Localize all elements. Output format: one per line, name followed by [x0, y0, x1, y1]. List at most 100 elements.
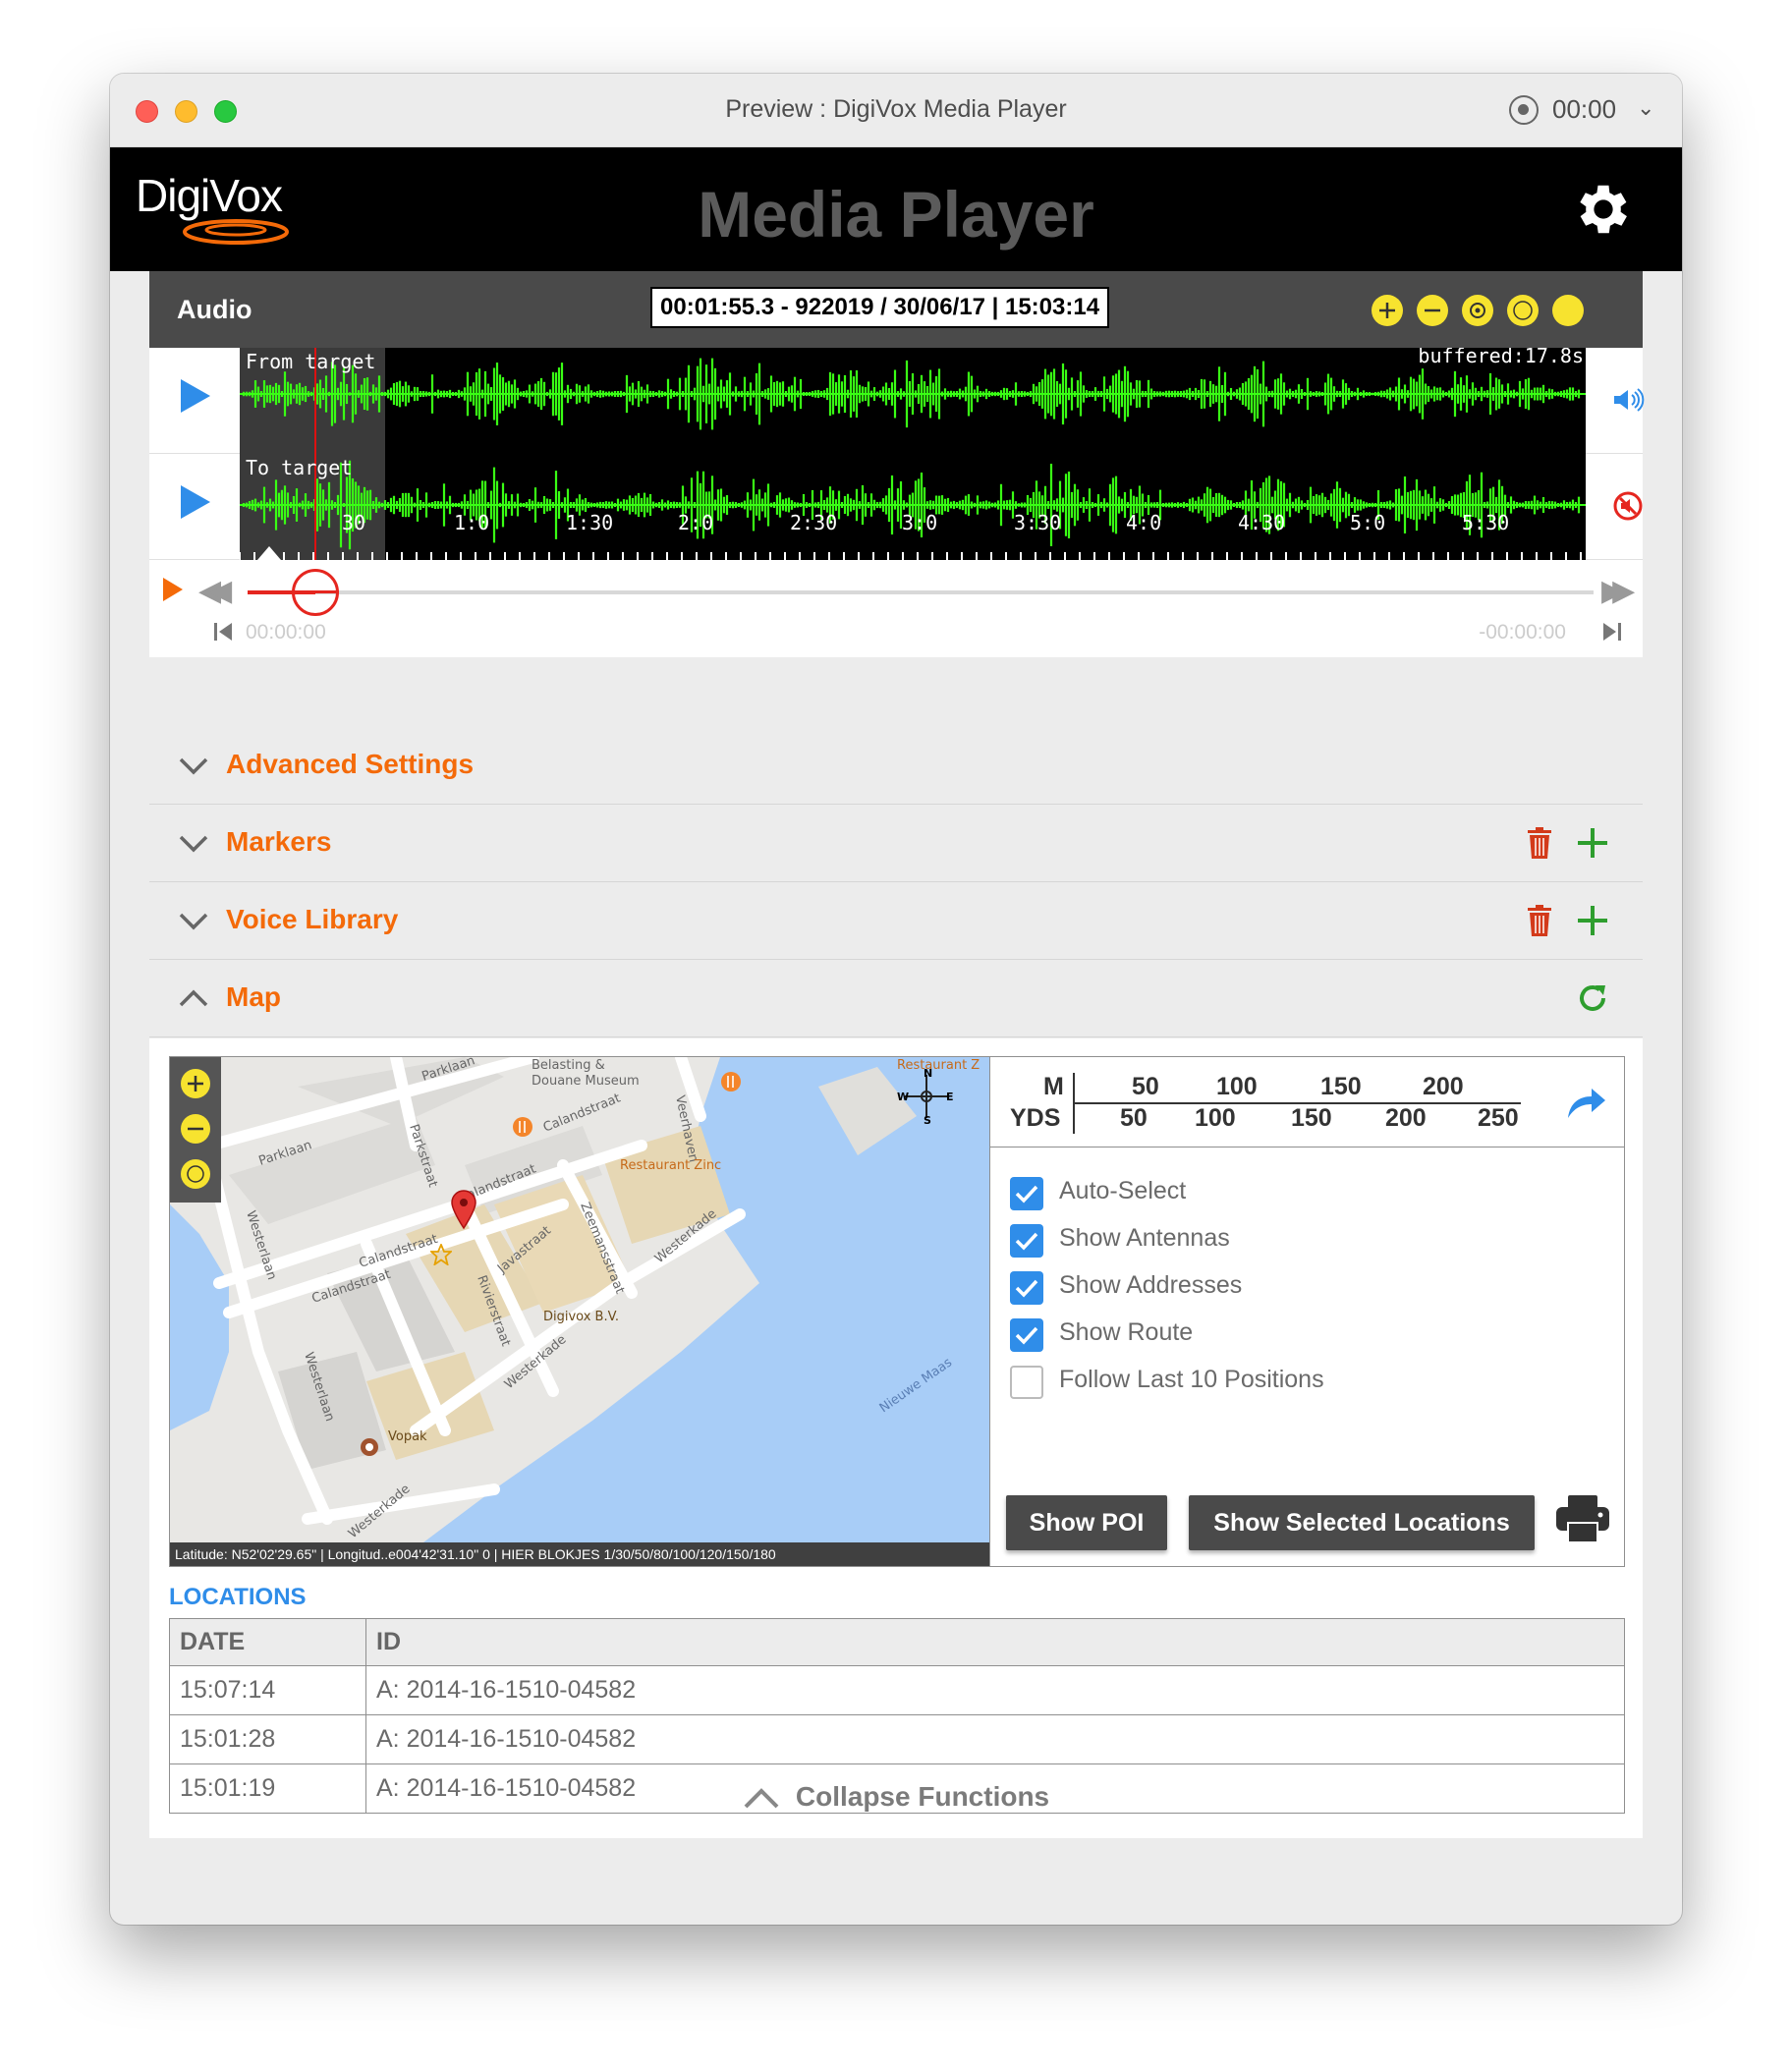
add-icon[interactable] — [1576, 904, 1609, 937]
playback-scrubber: ◀◀ ▶▶ 00:00:00 -00:00:00 — [149, 560, 1643, 657]
map-zoom-out-button[interactable] — [181, 1114, 210, 1144]
collapse-functions-button[interactable]: Collapse Functions — [110, 1781, 1682, 1813]
chevron-down-icon[interactable]: ⌄ — [1637, 95, 1654, 121]
checkbox-checked[interactable] — [1010, 1177, 1043, 1210]
waveform-to-target[interactable]: To target 30 1:0 1:30 2:0 2:30 3:0 3:30 4:0 4:30… — [240, 454, 1586, 560]
track-label: To target — [246, 456, 353, 479]
svg-text:W: W — [897, 1091, 909, 1103]
scale-yds-value: 250 — [1478, 1104, 1519, 1132]
progress-slider[interactable] — [248, 590, 1594, 594]
map-street-label: Westerlaan — [301, 1351, 337, 1424]
scale-yds-label: YDS — [1010, 1104, 1061, 1132]
map-place-label: Restaurant Zinc — [620, 1158, 721, 1173]
print-icon[interactable] — [1554, 1493, 1611, 1544]
chevron-down-icon[interactable] — [177, 826, 210, 860]
zoom-in-button[interactable] — [1372, 295, 1403, 326]
track-from-target: From target buffered:17.8s — [149, 348, 1645, 454]
map-street-label: Westerkade — [346, 1482, 413, 1541]
waveform-from-target[interactable]: From target buffered:17.8s — [240, 348, 1586, 454]
map-street-label: Westerlaan — [243, 1209, 279, 1282]
map-place-label: Douane Museum — [532, 1074, 640, 1089]
map-street-label: Parklaan — [257, 1138, 314, 1169]
volume-icon[interactable] — [1611, 383, 1645, 417]
map-street-label: Veerhaven — [672, 1094, 700, 1164]
trash-icon[interactable] — [1527, 904, 1552, 937]
zoom-out-button[interactable] — [1417, 295, 1448, 326]
window-titlebar: Preview : DigiVox Media Player 00:00 ⌄ — [110, 74, 1682, 147]
map-street-label: Westerkade — [652, 1206, 719, 1266]
checkbox-checked[interactable] — [1010, 1318, 1043, 1352]
chevron-down-icon[interactable] — [177, 749, 210, 782]
fast-forward-icon[interactable]: ▶▶ — [1601, 574, 1635, 608]
yellow-dot-button[interactable] — [1552, 295, 1584, 326]
chevron-down-icon[interactable] — [177, 904, 210, 937]
skip-end-icon[interactable] — [1601, 621, 1623, 643]
window-title: Preview : DigiVox Media Player — [725, 95, 1067, 123]
record-time: 00:00 — [1552, 94, 1617, 124]
map-place-label: Vopak — [388, 1429, 427, 1444]
map-zoom-controls — [170, 1057, 221, 1203]
cell-id: A: 2014-16-1510-04582 — [365, 1714, 1625, 1764]
time-tick-label: 2:0 — [678, 511, 714, 534]
map-view[interactable]: Parklaan Parklaan Parkstraat Calandstraat Ca… — [170, 1057, 989, 1566]
time-start: 00:00:00 — [246, 621, 326, 644]
add-icon[interactable] — [1576, 826, 1609, 860]
location-pin-icon[interactable] — [449, 1189, 478, 1230]
option-label: Show Addresses — [1059, 1271, 1243, 1299]
scale-m-value: 200 — [1423, 1073, 1464, 1100]
section-map[interactable]: Map — [149, 960, 1643, 1037]
show-poi-button[interactable]: Show POI — [1006, 1495, 1167, 1550]
mute-icon[interactable] — [1611, 489, 1645, 523]
circle-button[interactable] — [1507, 295, 1539, 326]
column-header-date[interactable]: DATE — [169, 1618, 366, 1666]
table-row[interactable]: 15:07:14 A: 2014-16-1510-04582 — [169, 1665, 1625, 1715]
scale-yds-value: 50 — [1120, 1104, 1148, 1132]
section-advanced-settings[interactable]: Advanced Settings — [149, 727, 1643, 805]
play-icon[interactable] — [181, 379, 210, 413]
section-markers[interactable]: Markers — [149, 805, 1643, 882]
play-icon[interactable] — [181, 485, 210, 519]
slider-knob[interactable] — [291, 569, 339, 616]
option-label: Follow Last 10 Positions — [1059, 1366, 1324, 1393]
time-tick-label: 3:30 — [1014, 511, 1062, 534]
map-box: Parklaan Parklaan Parkstraat Calandstraat Ca… — [169, 1056, 1625, 1567]
time-tick-label: 5:0 — [1350, 511, 1386, 534]
section-title: Map — [226, 981, 281, 1012]
chevron-up-icon[interactable] — [177, 981, 210, 1015]
record-icon[interactable] — [1509, 95, 1539, 125]
restaurant-icon — [513, 1117, 532, 1137]
checkbox-checked[interactable] — [1010, 1224, 1043, 1258]
table-row[interactable]: 15:01:28 A: 2014-16-1510-04582 — [169, 1714, 1625, 1764]
place-marker-icon — [361, 1438, 378, 1456]
scale-m-value: 100 — [1216, 1073, 1258, 1100]
play-icon[interactable] — [163, 578, 183, 601]
rewind-icon[interactable]: ◀◀ — [198, 574, 232, 608]
checkbox-checked[interactable] — [1010, 1271, 1043, 1305]
audio-timestamp: 00:01:55.3 - 922019 / 30/06/17 | 15:03:1… — [650, 287, 1110, 328]
target-button[interactable] — [1462, 295, 1493, 326]
audio-toolbar: Audio 00:01:55.3 - 922019 / 30/06/17 | 1… — [149, 271, 1643, 348]
option-label: Show Antennas — [1059, 1224, 1230, 1252]
checkbox-unchecked[interactable] — [1010, 1366, 1043, 1399]
refresh-icon[interactable] — [1574, 980, 1611, 1017]
scale-m-value: 50 — [1132, 1073, 1159, 1100]
section-title: Advanced Settings — [226, 749, 475, 779]
show-selected-locations-button[interactable]: Show Selected Locations — [1189, 1495, 1535, 1550]
cell-id: A: 2014-16-1510-04582 — [365, 1665, 1625, 1715]
map-zoom-in-button[interactable] — [181, 1069, 210, 1098]
map-street-label: Calandstraat — [358, 1232, 440, 1271]
track-label: From target — [246, 350, 376, 373]
share-icon[interactable] — [1564, 1083, 1607, 1122]
buffered-label: buffered:17.8s — [1418, 348, 1584, 367]
trash-icon[interactable] — [1527, 826, 1552, 860]
gear-icon[interactable] — [1571, 177, 1636, 242]
scale-m-value: 150 — [1320, 1073, 1362, 1100]
column-header-id[interactable]: ID — [365, 1618, 1625, 1666]
section-voice-library[interactable]: Voice Library — [149, 882, 1643, 960]
map-place-label: Digivox B.V. — [543, 1310, 619, 1324]
skip-start-icon[interactable] — [212, 621, 234, 643]
map-center-button[interactable] — [181, 1159, 210, 1189]
option-label: Auto-Select — [1059, 1177, 1187, 1204]
time-tick-label: 5:30 — [1462, 511, 1510, 534]
map-street-label: Parkstraat — [406, 1123, 440, 1190]
